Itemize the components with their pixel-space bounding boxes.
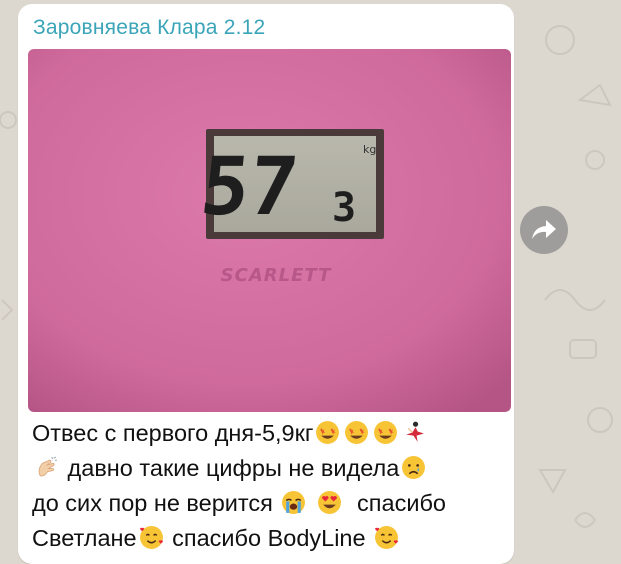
scale-brand: SCARLETT <box>221 265 332 286</box>
scale-reading-main: 57 <box>197 140 303 233</box>
scale-unit: kg <box>363 143 376 156</box>
star-struck-emoji-icon <box>316 421 340 444</box>
message-line-4: Светлане спасибо BodyLine <box>32 521 510 556</box>
share-button[interactable] <box>520 206 568 254</box>
loudly-crying-emoji-icon <box>282 491 306 514</box>
star-struck-emoji-icon <box>345 421 369 444</box>
smiling-face-with-hearts-emoji-icon <box>375 526 399 549</box>
clapping-hands-emoji-icon <box>38 456 57 477</box>
message-bubble: Заровняева Клара 2.12 57 3 kg SCARLETT О… <box>18 4 514 564</box>
scale-photo[interactable]: 57 3 kg SCARLETT <box>28 49 511 412</box>
message-line-2: давно такие цифры не видела <box>32 451 510 486</box>
smiling-face-with-hearts-emoji-icon <box>139 526 163 549</box>
star-struck-emoji-icon <box>374 421 398 444</box>
scale-reading-decimal: 3 <box>332 185 356 231</box>
share-arrow-icon <box>532 220 556 239</box>
message-text: Отвес с первого дня-5,9кг давно такие ци… <box>32 416 510 556</box>
dancer-emoji-icon <box>406 421 425 442</box>
sender-name[interactable]: Заровняева Клара 2.12 <box>33 16 265 40</box>
message-line-3: до сих пор не верится спасибо <box>32 490 446 516</box>
crying-face-emoji-icon <box>402 456 426 479</box>
message-line-1: Отвес с первого дня-5,9кг <box>32 416 510 451</box>
heart-eyes-emoji-icon <box>318 491 341 514</box>
